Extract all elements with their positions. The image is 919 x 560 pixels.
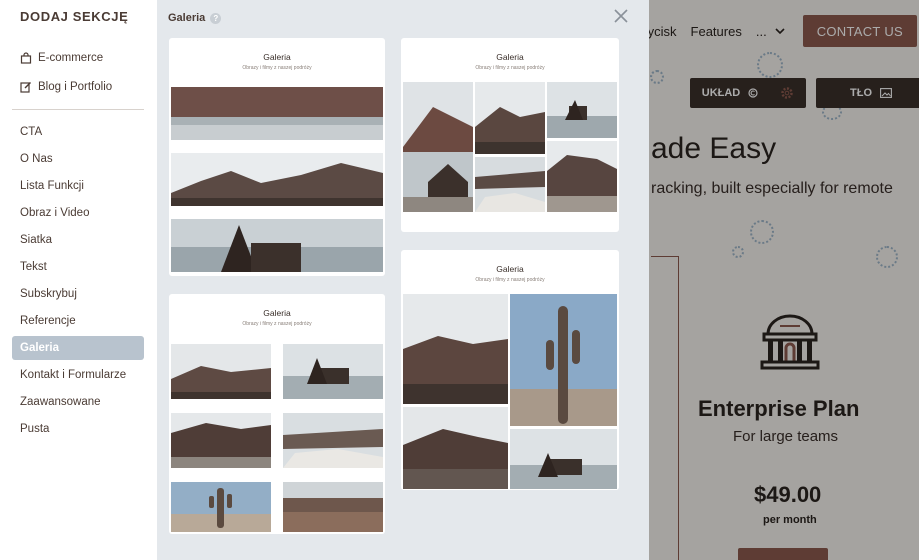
sidebar-item-obraz-i-video[interactable]: Obraz i Video xyxy=(12,201,144,225)
sidebar-divider xyxy=(12,109,144,110)
sidebar-item-label: Siatka xyxy=(20,234,52,246)
gallery-template-1[interactable]: Galeria Obrazy i filmy z naszej podróży xyxy=(169,38,385,276)
sidebar-item-pusta[interactable]: Pusta xyxy=(12,417,144,441)
sidebar-item-lista-funkcji[interactable]: Lista Funkcji xyxy=(12,174,144,198)
template-title: Galeria xyxy=(496,264,524,274)
gallery-image xyxy=(403,82,473,212)
sidebar-item-o-nas[interactable]: O Nas xyxy=(12,147,144,171)
sidebar-item-label: Obraz i Video xyxy=(20,207,90,219)
section-templates-panel: Galeria ? Galeria Obrazy i filmy z nasze… xyxy=(157,0,649,560)
sidebar-item-label: CTA xyxy=(20,126,43,138)
panel-title-text: Galeria xyxy=(168,12,206,24)
sidebar-item-tekst[interactable]: Tekst xyxy=(12,255,144,279)
gallery-image xyxy=(171,87,383,140)
gallery-image xyxy=(403,294,508,404)
close-icon[interactable] xyxy=(611,6,631,26)
help-icon[interactable]: ? xyxy=(210,12,222,24)
gallery-template-4[interactable]: Galeria Obrazy i filmy z naszej podróży xyxy=(401,250,619,490)
template-subtitle: Obrazy i filmy z naszej podróży xyxy=(242,321,312,327)
gallery-image xyxy=(475,82,545,154)
gallery-image xyxy=(547,141,617,212)
sidebar-item-siatka[interactable]: Siatka xyxy=(12,228,144,252)
gallery-image xyxy=(171,482,271,532)
gallery-image xyxy=(510,429,617,489)
sidebar-item-label: E-commerce xyxy=(38,52,104,64)
sidebar-item-galeria[interactable]: Galeria xyxy=(12,336,144,360)
sidebar-item-zaawansowane[interactable]: Zaawansowane xyxy=(12,390,144,414)
sidebar-item-label: O Nas xyxy=(20,153,53,165)
gallery-image xyxy=(283,413,383,468)
sidebar-item-label: Lista Funkcji xyxy=(20,180,84,192)
sidebar-item-label: Subskrybuj xyxy=(20,288,77,300)
edit-icon xyxy=(20,82,31,93)
sidebar-item-label: Galeria xyxy=(20,342,59,354)
gallery-template-2[interactable]: Galeria Obrazy i filmy z naszej podróży xyxy=(401,38,619,232)
sidebar-item-ecommerce[interactable]: E-commerce xyxy=(12,46,144,70)
gallery-image xyxy=(475,157,545,212)
panel-title: Galeria ? xyxy=(168,12,222,24)
sidebar-item-label: Blog i Portfolio xyxy=(38,81,113,93)
gallery-image xyxy=(283,344,383,399)
template-title: Galeria xyxy=(263,308,291,318)
sidebar-item-label: Kontakt i Formularze xyxy=(20,369,127,381)
gallery-image xyxy=(403,407,508,489)
template-subtitle: Obrazy i filmy z naszej podróży xyxy=(475,277,545,283)
gallery-template-3[interactable]: Galeria Obrazy i filmy z naszej podróży xyxy=(169,294,385,534)
sidebar-item-label: Pusta xyxy=(20,423,50,435)
sidebar-item-label: Tekst xyxy=(20,261,47,273)
template-title: Galeria xyxy=(496,52,524,62)
sidebar-item-blog[interactable]: Blog i Portfolio xyxy=(12,75,144,99)
sidebar-item-referencje[interactable]: Referencje xyxy=(12,309,144,333)
template-subtitle: Obrazy i filmy z naszej podróży xyxy=(475,65,545,71)
add-section-drawer: DODAJ SEKCJĘ E-commerce Blog i Portfolio… xyxy=(0,0,649,560)
gallery-image xyxy=(171,153,383,206)
gallery-image xyxy=(510,294,617,426)
section-category-sidebar: DODAJ SEKCJĘ E-commerce Blog i Portfolio… xyxy=(0,0,157,560)
template-subtitle: Obrazy i filmy z naszej podróży xyxy=(242,65,312,71)
gallery-image xyxy=(283,482,383,532)
gallery-image xyxy=(171,344,271,399)
sidebar-item-kontakt[interactable]: Kontakt i Formularze xyxy=(12,363,144,387)
sidebar-item-label: Zaawansowane xyxy=(20,396,101,408)
sidebar-item-cta[interactable]: CTA xyxy=(12,120,144,144)
gallery-image xyxy=(547,82,617,138)
sidebar-item-subskrybuj[interactable]: Subskrybuj xyxy=(12,282,144,306)
gallery-image xyxy=(171,219,383,272)
shopping-bag-icon xyxy=(20,52,32,64)
sidebar-item-label: Referencje xyxy=(20,315,76,327)
sidebar-title: DODAJ SEKCJĘ xyxy=(20,9,129,24)
template-title: Galeria xyxy=(263,52,291,62)
gallery-image xyxy=(171,413,271,468)
